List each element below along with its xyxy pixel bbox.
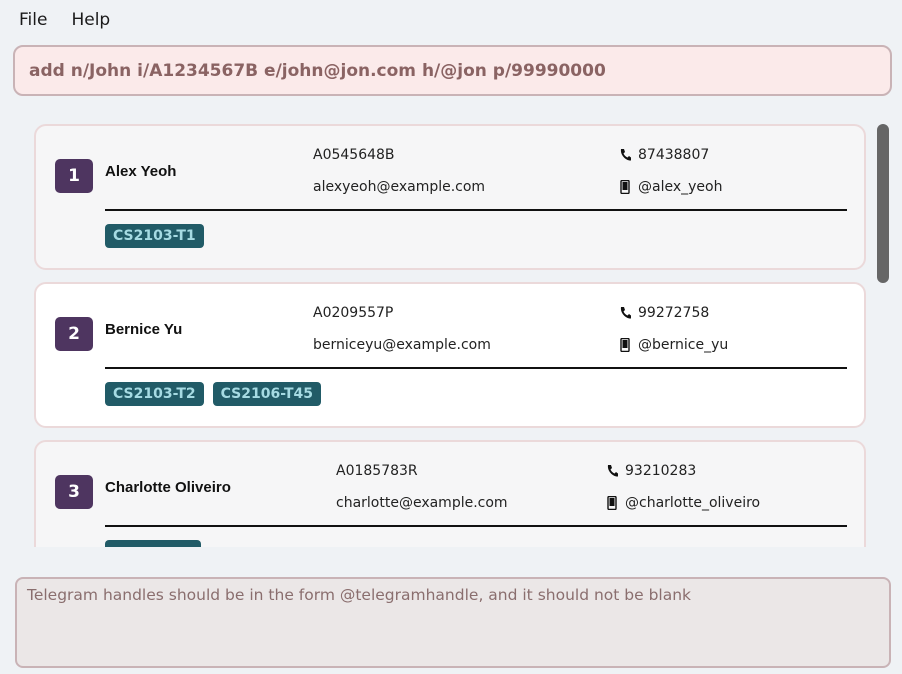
person-index: 3 (55, 475, 93, 509)
person-phone: 87438807 (638, 147, 710, 163)
person-card[interactable]: 1 Alex Yeoh A0545648B alexyeoh@example.c… (34, 124, 866, 270)
menu-help[interactable]: Help (71, 10, 110, 30)
menu-file[interactable]: File (19, 10, 47, 30)
tag-list (105, 540, 201, 547)
person-index: 2 (55, 317, 93, 351)
tag: CS2106-T45 (212, 382, 322, 406)
card-divider (105, 367, 847, 369)
person-list[interactable]: 1 Alex Yeoh A0545648B alexyeoh@example.c… (0, 110, 902, 547)
person-index: 1 (55, 159, 93, 193)
mobile-icon (620, 338, 630, 352)
card-divider (105, 525, 847, 527)
person-student-id: A0185783R (336, 463, 418, 479)
tag (105, 540, 201, 547)
person-card[interactable]: 2 Bernice Yu A0209557P berniceyu@example… (34, 282, 866, 428)
mobile-icon (620, 180, 630, 194)
person-email: alexyeoh@example.com (313, 179, 486, 195)
person-name: Charlotte Oliveiro (105, 479, 231, 496)
person-name: Alex Yeoh (105, 163, 177, 180)
phone-icon (607, 465, 618, 477)
list-scrollbar[interactable] (877, 124, 889, 283)
person-phone: 93210283 (625, 463, 697, 479)
person-email: charlotte@example.com (336, 495, 508, 511)
phone-icon (620, 307, 631, 319)
tag-list: CS2103-T1 (105, 224, 204, 248)
tag: CS2103-T1 (105, 224, 204, 248)
person-student-id: A0545648B (313, 147, 395, 163)
tag-list: CS2103-T2 CS2106-T45 (105, 382, 322, 406)
person-email: berniceyu@example.com (313, 337, 491, 353)
person-phone: 99272758 (638, 305, 710, 321)
command-input[interactable] (29, 60, 890, 81)
person-telegram: @charlotte_oliveiro (625, 495, 761, 511)
person-name: Bernice Yu (105, 321, 183, 338)
result-message: Telegram handles should be in the form @… (27, 586, 692, 604)
menu-bar: File Help (0, 0, 902, 40)
tag: CS2103-T2 (105, 382, 204, 406)
person-telegram: @alex_yeoh (638, 179, 723, 195)
person-student-id: A0209557P (313, 305, 394, 321)
phone-icon (620, 149, 631, 161)
card-divider (105, 209, 847, 211)
result-display: Telegram handles should be in the form @… (15, 577, 891, 668)
mobile-icon (607, 496, 617, 510)
person-telegram: @bernice_yu (638, 337, 729, 353)
command-box[interactable] (13, 45, 892, 96)
person-card[interactable]: 3 Charlotte Oliveiro A0185783R charlotte… (34, 440, 866, 547)
